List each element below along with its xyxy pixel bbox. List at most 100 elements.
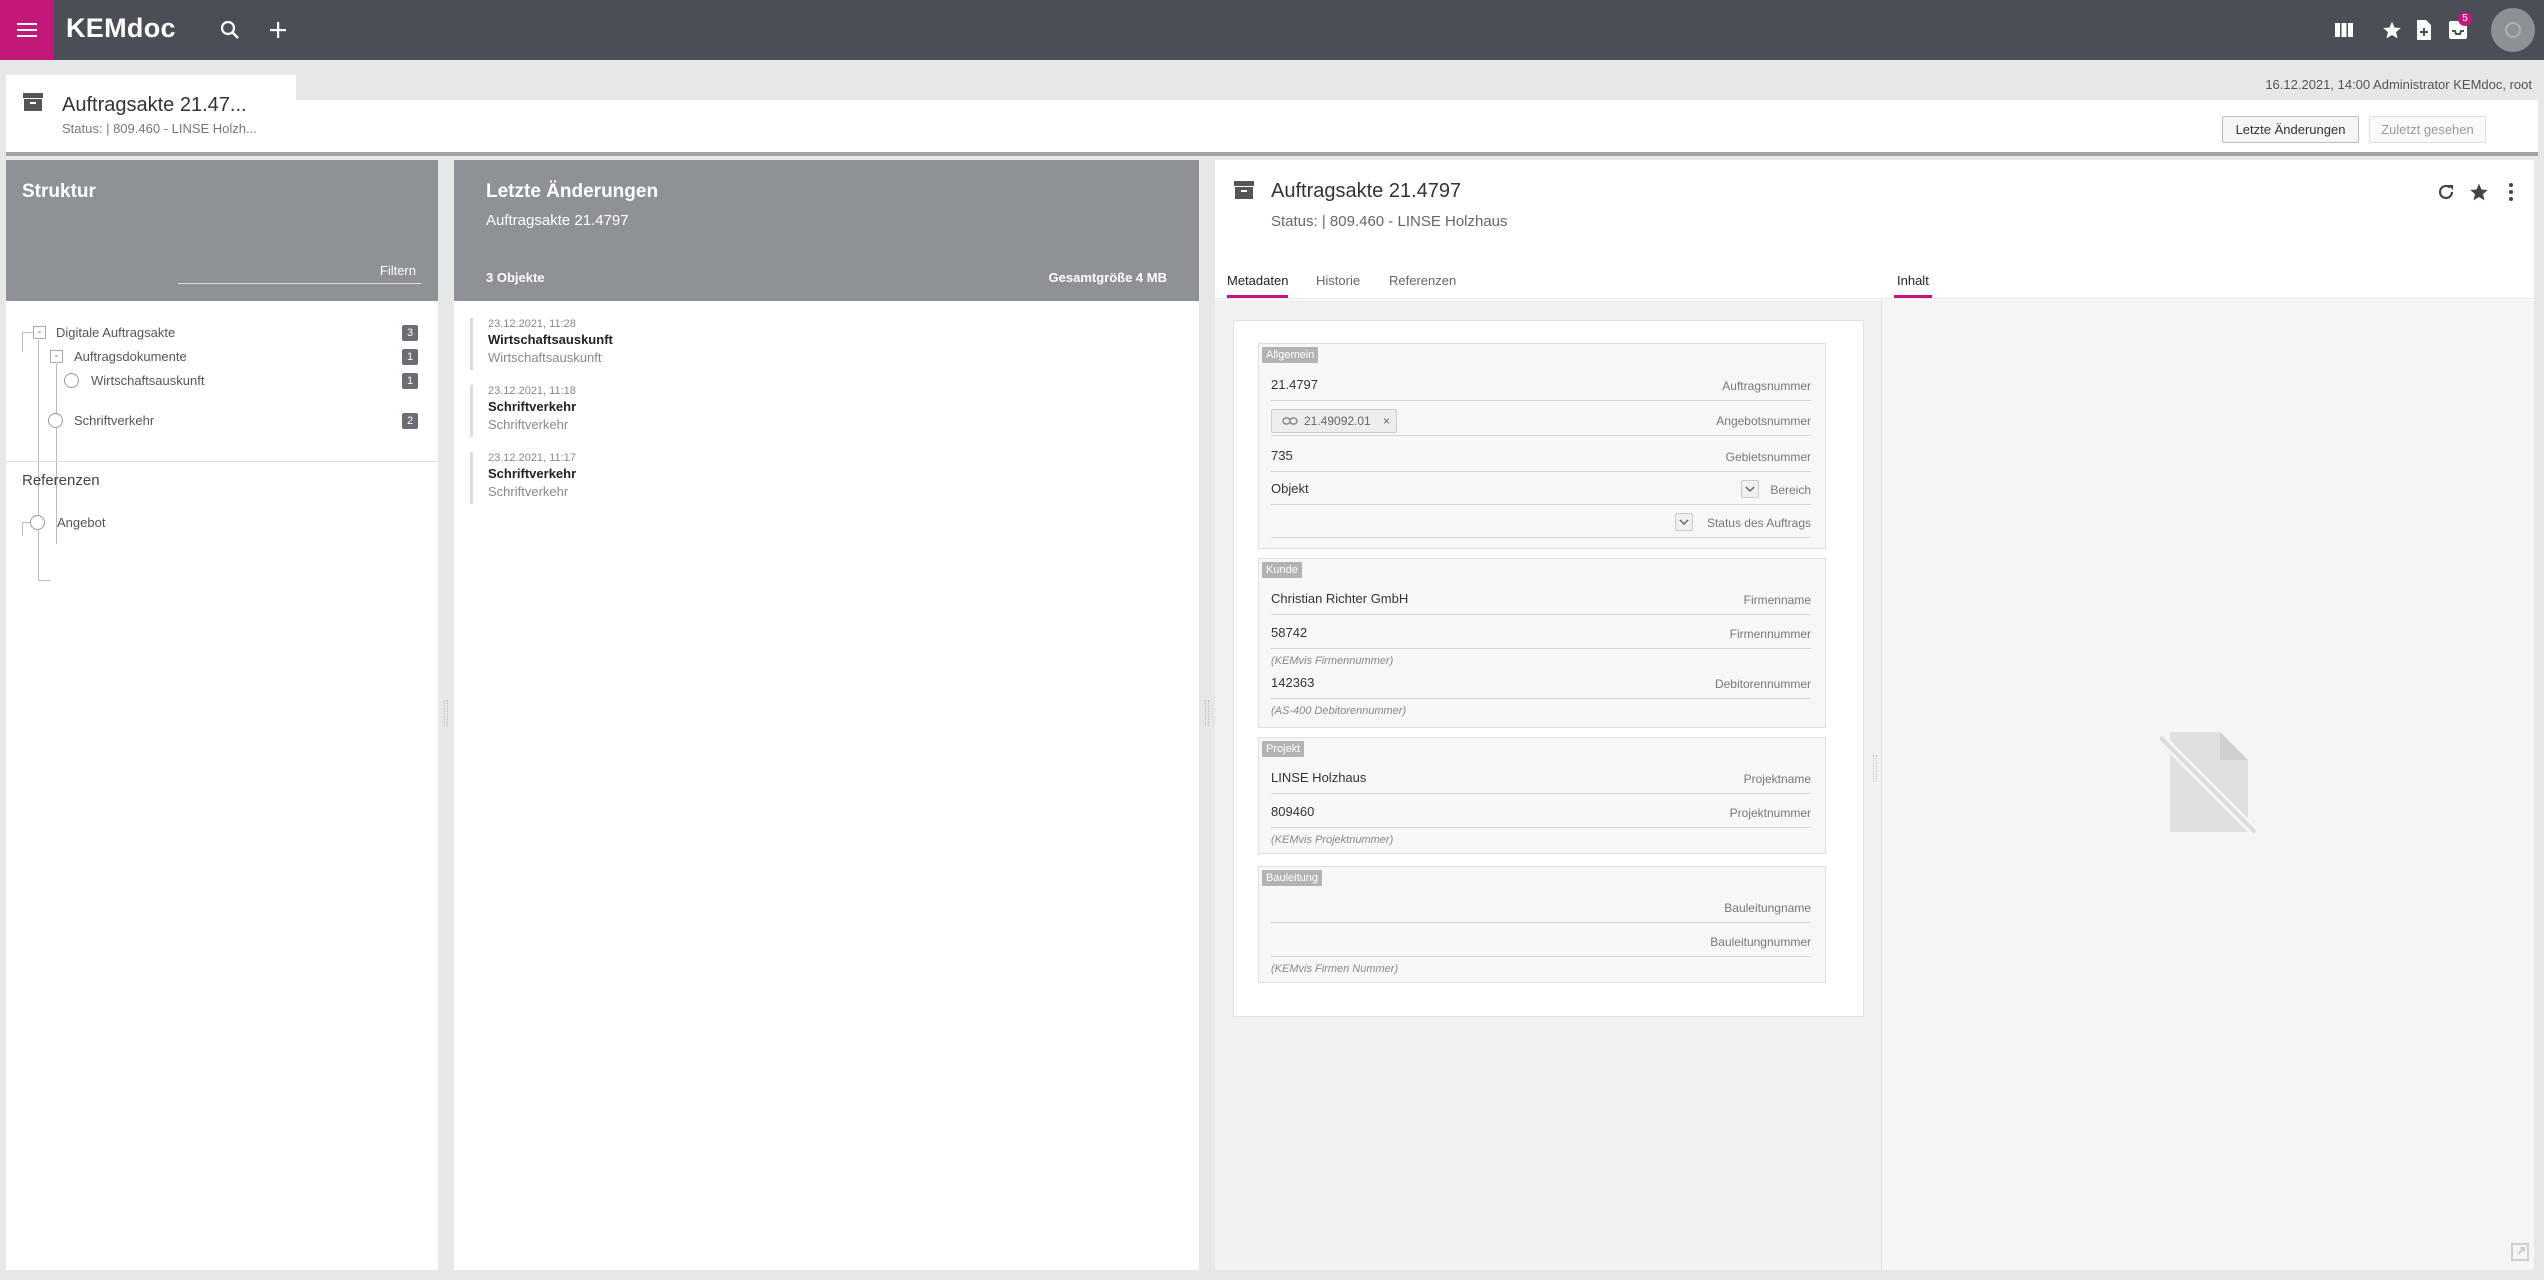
bauleitungname-field[interactable]: Bauleitungname [1271,893,1811,923]
field-value: 21.4797 [1271,377,1318,392]
group-allgemein: Allgemein 21.4797 Auftragsnummer 21.4909… [1258,343,1826,549]
field-value: 735 [1271,448,1293,463]
tree-count: 1 [402,349,418,365]
tab-referenzen[interactable]: Referenzen [1389,273,1456,295]
document-tab-title[interactable]: Auftragsakte 21.47... [62,94,247,117]
add-button[interactable] [264,16,292,44]
tree-item-digitale-auftragsakte[interactable]: Digitale Auftragsakte [56,325,175,340]
field-label: Projektnummer [1729,806,1811,820]
firmenname-field[interactable]: Christian Richter GmbH Firmenname [1271,585,1811,615]
reference-item-angebot[interactable]: Angebot [57,515,105,530]
field-label: Angebotsnummer [1716,414,1811,428]
field-value: LINSE Holzhaus [1271,770,1367,785]
recent-changes-button[interactable]: Letzte Änderungen [2222,116,2359,143]
list-item[interactable]: 23.12.2021, 11:18 Schriftverkehr Schrift… [470,385,870,437]
remove-chip-icon[interactable]: × [1383,414,1390,428]
field-value: 809460 [1271,804,1315,819]
search-button[interactable] [216,16,244,44]
refresh-icon [2438,184,2454,200]
tree-item-auftragsdokumente[interactable]: Auftragsdokumente [74,349,187,364]
panel-resize-handle[interactable] [1205,700,1209,726]
menu-button[interactable] [0,0,54,60]
tree-count: 1 [402,373,418,389]
projektnummer-field[interactable]: 809460 Projektnummer [1271,798,1811,828]
filter-input[interactable]: Filtern [380,263,416,278]
menu-icon [17,23,37,37]
recently-seen-button[interactable]: Zuletzt gesehen [2369,116,2486,143]
document-header [6,100,2538,153]
top-bar: KEMdoc 5 [0,0,2544,60]
recent-changes-header: Letzte Änderungen Auftragsakte 21.4797 3… [454,160,1199,301]
tree-item-schriftverkehr[interactable]: Schriftverkehr [74,413,154,428]
panel-resize-handle[interactable] [1873,755,1877,781]
tree-count: 3 [402,325,418,341]
bauleitungnummer-field[interactable]: Bauleitungnummer [1271,927,1811,957]
references-divider [6,461,438,462]
columns-icon [2335,23,2353,37]
tree-collapse-toggle[interactable]: - [50,350,63,363]
panel-resize-handle[interactable] [444,700,448,726]
item-date: 23.12.2021, 11:17 [488,452,576,464]
refresh-button[interactable] [2434,180,2458,204]
field-label: Projektname [1743,772,1811,786]
group-bauleitung: Bauleitung Bauleitungname Bauleitungnumm… [1258,866,1826,983]
chevron-down-icon[interactable] [1675,513,1693,531]
chevron-down-icon[interactable] [1741,480,1759,498]
group-kunde: Kunde Christian Richter GmbH Firmenname … [1258,558,1826,728]
gebietsnummer-field[interactable]: 735 Gebietsnummer [1271,442,1811,472]
item-type: Schriftverkehr [488,484,569,499]
metadata-form: Allgemein 21.4797 Auftragsnummer 21.4909… [1233,320,1864,1017]
new-document-button[interactable] [2410,16,2438,44]
group-label: Allgemein [1262,347,1319,363]
detail-panel: Auftragsakte 21.4797 Status: | 809.460 -… [1215,160,2534,1270]
field-hint: (KEMvis Firmennummer) [1271,655,1394,667]
no-document-icon [2156,727,2260,842]
document-add-icon [2417,20,2431,40]
angebotsnummer-field[interactable]: 21.49092.01 × Angebotsnummer [1271,406,1811,436]
more-options-button[interactable] [2499,180,2523,204]
tree-connector [22,522,23,536]
columns-button[interactable] [2330,16,2358,44]
user-avatar[interactable] [2491,8,2535,52]
firmennummer-field[interactable]: 58742 Firmennummer [1271,619,1811,649]
external-link-icon[interactable] [2511,1243,2529,1266]
total-size: Gesamtgröße 4 MB [1048,270,1167,285]
item-type: Wirtschaftsauskunft [488,350,602,365]
notification-badge: 5 [2458,12,2472,26]
brand-logo[interactable]: KEMdoc [66,13,176,44]
item-type: Schriftverkehr [488,417,569,432]
list-item[interactable]: 23.12.2021, 11:17 Schriftverkehr Schrift… [470,452,870,504]
structure-title: Struktur [22,181,96,202]
status-auftrag-select[interactable]: Status des Auftrags [1271,508,1811,538]
bereich-select[interactable]: Objekt Bereich [1271,475,1811,505]
list-item[interactable]: 23.12.2021, 11:28 Wirtschaftsauskunft Wi… [470,318,870,370]
tree-item-wirtschaftsauskunft[interactable]: Wirtschaftsauskunft [91,373,204,388]
star-icon [2470,183,2488,201]
tree-connector [22,332,23,352]
field-label: Gebietsnummer [1725,450,1811,464]
reference-chip[interactable]: 21.49092.01 × [1271,409,1397,433]
field-value: 142363 [1271,675,1315,690]
auftragsnummer-field[interactable]: 21.4797 Auftragsnummer [1271,371,1811,401]
tree-node-circle [48,413,63,428]
group-label: Bauleitung [1262,870,1322,886]
group-projekt: Projekt LINSE Holzhaus Projektname 80946… [1258,737,1826,854]
projektname-field[interactable]: LINSE Holzhaus Projektname [1271,764,1811,794]
tree-connector [38,580,50,581]
debitorennummer-field[interactable]: 142363 Debitorennummer [1271,669,1811,699]
item-name: Schriftverkehr [488,466,577,481]
favorite-button[interactable] [2467,180,2491,204]
item-name: Wirtschaftsauskunft [488,332,613,347]
tabs-divider [1215,298,2534,299]
tab-metadaten[interactable]: Metadaten [1227,273,1289,298]
star-icon [2383,21,2401,39]
favorites-button[interactable] [2378,16,2406,44]
tab-historie[interactable]: Historie [1316,273,1360,295]
content-preview-area [1881,300,2534,1270]
field-hint: (KEMvis Firmen Nummer) [1271,963,1399,975]
header-divider [6,152,2538,156]
tab-inhalt[interactable]: Inhalt [1894,273,1932,298]
field-label: Bereich [1770,483,1811,497]
tree-collapse-toggle[interactable]: - [33,326,46,339]
recent-changes-subtitle: Auftragsakte 21.4797 [486,212,629,229]
